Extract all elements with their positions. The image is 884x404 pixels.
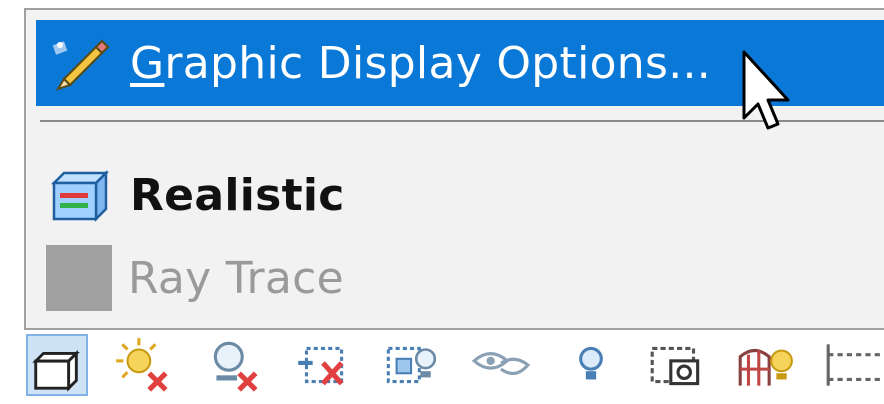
ray-trace-swatch-icon xyxy=(46,245,112,311)
ruler-icon[interactable] xyxy=(822,334,884,396)
pencil-icon xyxy=(50,33,110,93)
menu-item-realistic[interactable]: Realistic xyxy=(36,152,884,238)
effect-light-icon[interactable] xyxy=(378,334,440,396)
grid-light-icon[interactable] xyxy=(734,334,796,396)
bottom-toolbar xyxy=(0,330,884,404)
menu-item-label: Graphic Display Options... xyxy=(130,37,712,89)
bulb-icon[interactable] xyxy=(560,334,622,396)
menu-item-label: Realistic xyxy=(130,169,345,221)
eye-icon[interactable] xyxy=(470,334,532,396)
menu-item-ray-trace: Ray Trace xyxy=(36,235,884,321)
light-remove-icon[interactable] xyxy=(204,334,266,396)
effect-remove-icon[interactable] xyxy=(292,334,354,396)
realistic-cube-icon xyxy=(50,165,110,225)
shaded-cube-icon[interactable] xyxy=(26,334,88,396)
menu-item-label: Ray Trace xyxy=(128,252,345,304)
mouse-pointer-icon xyxy=(738,48,798,138)
camera-icon[interactable] xyxy=(646,334,708,396)
sun-remove-icon[interactable] xyxy=(112,334,174,396)
